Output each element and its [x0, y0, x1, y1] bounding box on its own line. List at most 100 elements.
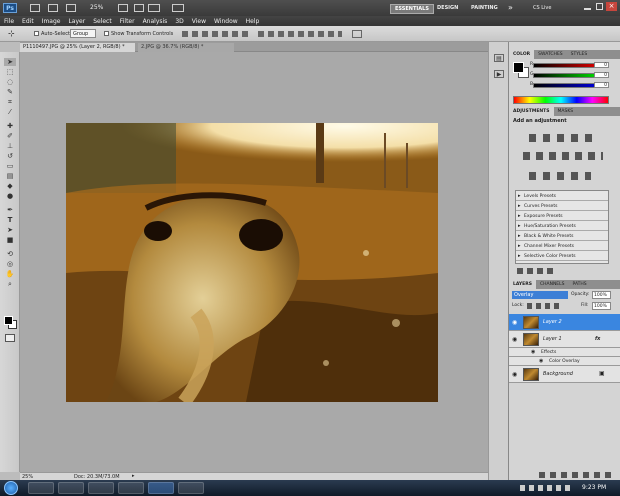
red-value[interactable]: 0: [594, 62, 609, 68]
taskbar-firefox-icon[interactable]: [28, 482, 54, 494]
visibility-eye-icon[interactable]: ◉: [512, 336, 517, 343]
crop-tool-icon[interactable]: ⌗: [4, 98, 16, 106]
effects-eye-icon[interactable]: ◉: [531, 349, 535, 355]
visibility-eye-icon[interactable]: ◉: [512, 371, 517, 378]
minibridge-icon[interactable]: [48, 4, 58, 12]
menu-3d[interactable]: 3D: [171, 18, 187, 25]
gradient-tool-icon[interactable]: ▤: [4, 172, 16, 180]
preset-exposure[interactable]: Exposure Presets: [516, 212, 608, 221]
document-tab-active[interactable]: P1110497.JPG @ 25% (Layer 2, RGB/8) *: [20, 43, 135, 52]
shape-tool-icon[interactable]: ■: [4, 236, 16, 244]
3d-orbit-tool-icon[interactable]: ◎: [4, 260, 16, 268]
show-transform-checkbox[interactable]: [104, 31, 109, 36]
close-button[interactable]: ×: [606, 2, 617, 11]
extras-icon[interactable]: [66, 4, 76, 12]
adjustment-icons-row2[interactable]: [523, 152, 603, 160]
lock-icons[interactable]: [527, 303, 561, 309]
tray-icons[interactable]: [520, 485, 570, 491]
tab-masks[interactable]: MASKS: [554, 107, 578, 116]
layer-effects-row[interactable]: ◉ Effects: [509, 348, 620, 357]
zoom-tool-icon[interactable]: ⌕: [4, 280, 16, 288]
menu-help[interactable]: Help: [242, 18, 264, 25]
layer-row-selected[interactable]: ◉ Layer 2: [509, 314, 620, 331]
layer-name[interactable]: Layer 2: [543, 319, 562, 325]
cs-live-button[interactable]: CS Live: [533, 5, 551, 11]
workspace-essentials[interactable]: ESSENTIALS: [390, 4, 434, 14]
auto-select-checkbox[interactable]: [34, 31, 39, 36]
adjustment-icons-row1[interactable]: [529, 134, 599, 142]
maximize-button[interactable]: [596, 3, 603, 10]
layer-row[interactable]: ◉ Layer 1 fx: [509, 331, 620, 348]
preset-levels[interactable]: Levels Presets: [516, 192, 608, 201]
tab-adjustments[interactable]: ADJUSTMENTS: [509, 107, 554, 116]
taskbar-window-icon[interactable]: [88, 482, 114, 494]
move-tool-icon[interactable]: ➤: [4, 58, 16, 66]
lasso-tool-icon[interactable]: ◌: [4, 78, 16, 86]
layer-fx-icon[interactable]: fx: [595, 336, 600, 342]
fill-input[interactable]: 100%: [592, 302, 611, 310]
tab-styles[interactable]: STYLES: [567, 50, 592, 59]
marquee-tool-icon[interactable]: ⬚: [4, 68, 16, 76]
path-select-tool-icon[interactable]: ➤: [4, 226, 16, 234]
tab-color[interactable]: COLOR: [509, 50, 535, 59]
auto-select-dropdown[interactable]: Group: [70, 29, 96, 38]
color-spectrum-bar[interactable]: [513, 96, 609, 104]
more-workspaces-button[interactable]: »: [508, 3, 513, 12]
tab-paths[interactable]: PATHS: [569, 280, 591, 289]
blue-value[interactable]: 0: [594, 82, 609, 88]
layer-row-background[interactable]: ◉ Background ▣: [509, 366, 620, 383]
type-tool-icon[interactable]: T: [4, 216, 16, 224]
document-image[interactable]: [66, 123, 438, 402]
menu-view[interactable]: View: [188, 18, 210, 25]
zoom-level-select[interactable]: 25%: [90, 4, 103, 11]
foreground-color-swatch[interactable]: [4, 316, 13, 325]
auto-align-icon[interactable]: [352, 30, 362, 38]
preset-hue-saturation[interactable]: Hue/Saturation Presets: [516, 222, 608, 231]
workspace-design[interactable]: DESIGN: [437, 5, 458, 11]
menu-window[interactable]: Window: [210, 18, 242, 25]
taskbar-photoshop-icon[interactable]: [148, 482, 174, 494]
healing-brush-tool-icon[interactable]: ✚: [4, 122, 16, 130]
screen-mode-icon[interactable]: [172, 4, 184, 12]
menu-select[interactable]: Select: [89, 18, 116, 25]
taskbar-media-icon[interactable]: [58, 482, 84, 494]
align-icons[interactable]: [182, 31, 252, 37]
preset-selective-color[interactable]: Selective Color Presets: [516, 252, 608, 261]
menu-image[interactable]: Image: [38, 18, 65, 25]
pen-tool-icon[interactable]: ✒: [4, 206, 16, 214]
3d-rotate-tool-icon[interactable]: ⟲: [4, 250, 16, 258]
hand-tool-icon[interactable]: ✋: [4, 270, 16, 278]
color-overlay-eye-icon[interactable]: ◉: [539, 358, 543, 364]
dodge-tool-icon[interactable]: ●: [4, 192, 16, 200]
preset-curves[interactable]: Curves Presets: [516, 202, 608, 211]
visibility-eye-icon[interactable]: ◉: [512, 319, 517, 326]
rotate-view-icon[interactable]: [134, 4, 144, 12]
status-arrow-icon[interactable]: ▸: [132, 473, 135, 479]
clone-stamp-tool-icon[interactable]: ⊥: [4, 142, 16, 150]
move-tool-preset-icon[interactable]: ⊹: [8, 29, 15, 38]
document-tab[interactable]: 2.JPG @ 36.7% (RGB/8) *: [138, 43, 234, 52]
menu-analysis[interactable]: Analysis: [139, 18, 172, 25]
layer-name[interactable]: Layer 1: [543, 336, 562, 342]
minimize-button[interactable]: [584, 5, 591, 10]
blend-mode-dropdown[interactable]: Overlay: [512, 291, 568, 299]
menu-edit[interactable]: Edit: [18, 18, 38, 25]
color-fg-swatch[interactable]: [513, 62, 524, 73]
menu-layer[interactable]: Layer: [64, 18, 89, 25]
menu-file[interactable]: File: [0, 18, 18, 25]
taskbar-folder-icon[interactable]: [118, 482, 144, 494]
workspace-painting[interactable]: PAINTING: [471, 5, 498, 11]
bridge-icon[interactable]: [30, 4, 40, 12]
hand-tool-icon[interactable]: [118, 4, 128, 12]
layer-name[interactable]: Background: [543, 371, 573, 377]
layers-footer-icons[interactable]: [539, 472, 613, 478]
tab-swatches[interactable]: SWATCHES: [534, 50, 567, 59]
history-panel-icon[interactable]: ▤: [494, 54, 504, 62]
eyedropper-tool-icon[interactable]: ⁄: [4, 108, 16, 116]
adjustment-icons-row3[interactable]: [529, 172, 591, 180]
adjustments-footer-icons[interactable]: [517, 268, 557, 274]
actions-panel-icon[interactable]: ▶: [494, 70, 504, 78]
quick-select-tool-icon[interactable]: ✎: [4, 88, 16, 96]
distribute-icons[interactable]: [258, 31, 342, 37]
taskbar-app-icon[interactable]: [178, 482, 204, 494]
